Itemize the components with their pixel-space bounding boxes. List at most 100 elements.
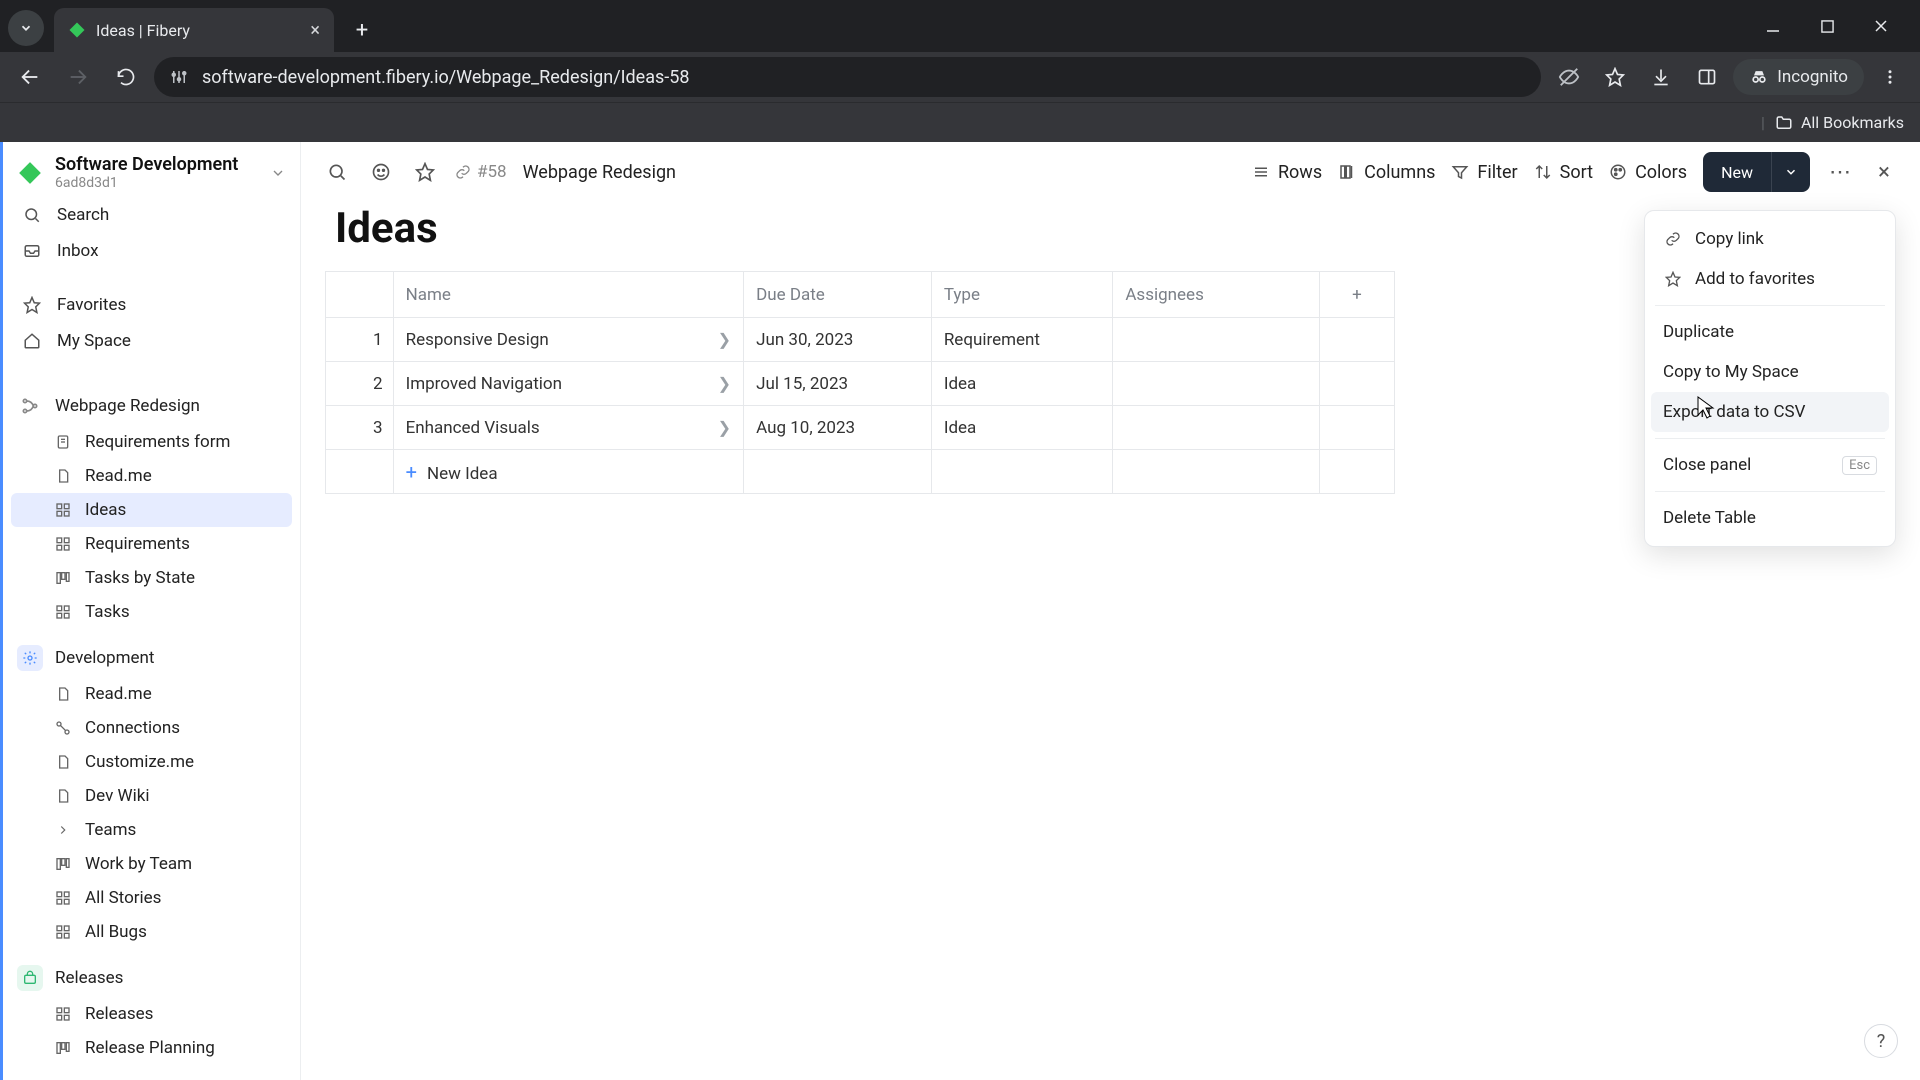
sidebar-item-tasks[interactable]: Tasks	[3, 595, 300, 629]
sidebar-item-ideas[interactable]: Ideas	[11, 493, 292, 527]
nav-back-button[interactable]	[10, 57, 50, 97]
cell-type[interactable]: Requirement	[931, 318, 1113, 362]
cell-type[interactable]: Idea	[931, 406, 1113, 450]
record-ref[interactable]: #58	[455, 162, 507, 182]
sidebar-inbox[interactable]: Inbox	[3, 233, 300, 269]
breadcrumb-title[interactable]: Webpage Redesign	[523, 162, 676, 183]
col-header-due[interactable]: Due Date	[744, 272, 932, 318]
new-button[interactable]: New	[1703, 152, 1810, 192]
sidebar-item-requirements-form[interactable]: Requirements form	[3, 425, 300, 459]
fibery-favicon-icon	[68, 21, 86, 39]
cell-due[interactable]: Jun 30, 2023	[744, 318, 932, 362]
columns-control[interactable]: Columns	[1338, 162, 1435, 183]
eye-off-icon[interactable]	[1549, 57, 1589, 97]
sort-control[interactable]: Sort	[1534, 162, 1593, 183]
menu-close-panel[interactable]: Close panel Esc	[1651, 445, 1889, 485]
col-header-type[interactable]: Type	[931, 272, 1113, 318]
sidebar-item-tasks-by-state[interactable]: Tasks by State	[3, 561, 300, 595]
rows-control[interactable]: Rows	[1252, 162, 1322, 183]
open-record-icon[interactable]: ❯	[718, 374, 731, 393]
cell-name[interactable]: Improved Navigation ❯	[393, 362, 743, 406]
menu-delete-table[interactable]: Delete Table	[1651, 498, 1889, 538]
browser-tab[interactable]: Ideas | Fibery ×	[54, 8, 334, 52]
incognito-label: Incognito	[1777, 67, 1848, 87]
window-minimize-button[interactable]	[1750, 10, 1796, 42]
cell-due[interactable]: Aug 10, 2023	[744, 406, 932, 450]
cell-name[interactable]: Enhanced Visuals ❯	[393, 406, 743, 450]
toolbar-emoji-button[interactable]	[367, 158, 395, 186]
site-settings-icon[interactable]	[170, 68, 188, 86]
keyboard-shortcut: Esc	[1842, 456, 1877, 475]
workspace-switcher[interactable]: Software Development 6ad8d3d1	[3, 142, 300, 197]
sidebar-favorites[interactable]: Favorites	[3, 287, 300, 323]
filter-control[interactable]: Filter	[1451, 162, 1517, 183]
menu-export-csv[interactable]: Export data to CSV	[1651, 392, 1889, 432]
window-maximize-button[interactable]	[1804, 10, 1850, 42]
new-button-caret[interactable]	[1771, 152, 1810, 192]
table-row[interactable]: 1 Responsive Design ❯ Jun 30, 2023 Requi…	[326, 318, 1395, 362]
side-panel-icon[interactable]	[1687, 57, 1727, 97]
new-row-button[interactable]: +New Idea	[326, 450, 1395, 494]
more-options-button[interactable]: ⋯	[1826, 158, 1854, 186]
menu-add-favorites[interactable]: Add to favorites	[1651, 259, 1889, 299]
menu-item-label: Duplicate	[1663, 322, 1734, 342]
tab-close-button[interactable]: ×	[310, 20, 320, 41]
app-root: Software Development 6ad8d3d1 Search Inb…	[0, 142, 1920, 1080]
cell-name-text: Responsive Design	[406, 330, 549, 350]
sort-icon	[1534, 163, 1552, 181]
window-close-button[interactable]	[1858, 10, 1904, 42]
toolbar-favorite-button[interactable]	[411, 158, 439, 186]
menu-copy-link[interactable]: Copy link	[1651, 219, 1889, 259]
item-label: All Stories	[85, 888, 161, 908]
cell-type[interactable]: Idea	[931, 362, 1113, 406]
sidebar-item-connections[interactable]: Connections	[3, 711, 300, 745]
table-row[interactable]: 2 Improved Navigation ❯ Jul 15, 2023 Ide…	[326, 362, 1395, 406]
sidebar-item-teams[interactable]: Teams	[3, 813, 300, 847]
open-record-icon[interactable]: ❯	[718, 418, 731, 437]
sidebar-item-dev-readme[interactable]: Read.me	[3, 677, 300, 711]
menu-item-label: Add to favorites	[1695, 269, 1815, 289]
menu-copy-to-myspace[interactable]: Copy to My Space	[1651, 352, 1889, 392]
bookmarks-bar: | All Bookmarks	[0, 102, 1920, 142]
sidebar-item-readme[interactable]: Read.me	[3, 459, 300, 493]
nav-reload-button[interactable]	[106, 57, 146, 97]
sidebar-section-releases[interactable]: Releases	[3, 959, 300, 997]
add-column-button[interactable]: +	[1319, 272, 1394, 318]
colors-control[interactable]: Colors	[1609, 162, 1687, 183]
downloads-icon[interactable]	[1641, 57, 1681, 97]
cell-assignees[interactable]	[1113, 318, 1320, 362]
open-record-icon[interactable]: ❯	[718, 330, 731, 349]
new-tab-button[interactable]: +	[344, 12, 380, 48]
sidebar-item-requirements[interactable]: Requirements	[3, 527, 300, 561]
col-header-assignees[interactable]: Assignees	[1113, 272, 1320, 318]
chrome-menu-button[interactable]	[1870, 57, 1910, 97]
help-button[interactable]: ?	[1864, 1024, 1898, 1058]
tab-search-button[interactable]	[8, 10, 44, 46]
item-label: Requirements	[85, 534, 190, 554]
nav-forward-button[interactable]	[58, 57, 98, 97]
cell-assignees[interactable]	[1113, 406, 1320, 450]
sidebar-item-dev-wiki[interactable]: Dev Wiki	[3, 779, 300, 813]
col-header-name[interactable]: Name	[393, 272, 743, 318]
sidebar-item-all-stories[interactable]: All Stories	[3, 881, 300, 915]
sidebar-search[interactable]: Search	[3, 197, 300, 233]
cell-assignees[interactable]	[1113, 362, 1320, 406]
sidebar-item-all-bugs[interactable]: All Bugs	[3, 915, 300, 949]
url-input[interactable]: software-development.fibery.io/Webpage_R…	[154, 57, 1541, 97]
bookmark-star-icon[interactable]	[1595, 57, 1635, 97]
cell-due[interactable]: Jul 15, 2023	[744, 362, 932, 406]
sidebar-item-releases[interactable]: Releases	[3, 997, 300, 1031]
sidebar-item-customize[interactable]: Customize.me	[3, 745, 300, 779]
sidebar-section-webpage-redesign[interactable]: Webpage Redesign	[3, 387, 300, 425]
sidebar-item-release-planning[interactable]: Release Planning	[3, 1031, 300, 1065]
cell-name[interactable]: Responsive Design ❯	[393, 318, 743, 362]
sidebar-section-development[interactable]: Development	[3, 639, 300, 677]
menu-duplicate[interactable]: Duplicate	[1651, 312, 1889, 352]
sidebar-myspace[interactable]: My Space	[3, 323, 300, 359]
incognito-badge[interactable]: Incognito	[1733, 59, 1864, 95]
toolbar-search-button[interactable]	[323, 158, 351, 186]
sidebar-item-work-by-team[interactable]: Work by Team	[3, 847, 300, 881]
table-row[interactable]: 3 Enhanced Visuals ❯ Aug 10, 2023 Idea	[326, 406, 1395, 450]
panel-close-button[interactable]: ×	[1870, 158, 1898, 186]
all-bookmarks-button[interactable]: All Bookmarks	[1775, 113, 1904, 132]
